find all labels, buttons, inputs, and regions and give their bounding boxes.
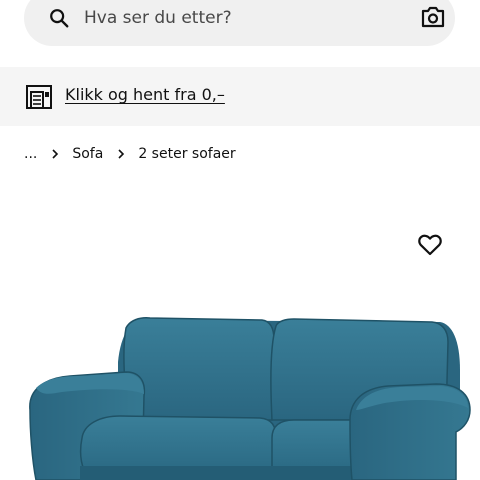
breadcrumb-item-sofa[interactable]: Sofa [72,146,103,162]
search-bar[interactable] [24,0,455,46]
chevron-right-icon [47,146,63,162]
breadcrumb-item-2-seter-sofaer[interactable]: 2 seter sofaer [138,146,235,162]
chevron-right-icon [113,146,129,162]
breadcrumb-item-more[interactable]: ... [24,146,37,162]
click-collect-link[interactable]: Klikk og hent fra 0,– [65,85,225,104]
camera-icon[interactable] [420,5,446,29]
search-icon[interactable] [48,7,70,29]
heart-outline-icon[interactable] [417,232,443,258]
search-input[interactable] [84,2,384,34]
sofa-image [29,317,471,480]
click-collect-banner: Klikk og hent fra 0,– [0,67,480,126]
product-page: Klikk og hent fra 0,– ... Sofa 2 seter s… [0,0,480,480]
breadcrumb: ... Sofa 2 seter sofaer [24,144,236,164]
store-icon [26,85,52,109]
